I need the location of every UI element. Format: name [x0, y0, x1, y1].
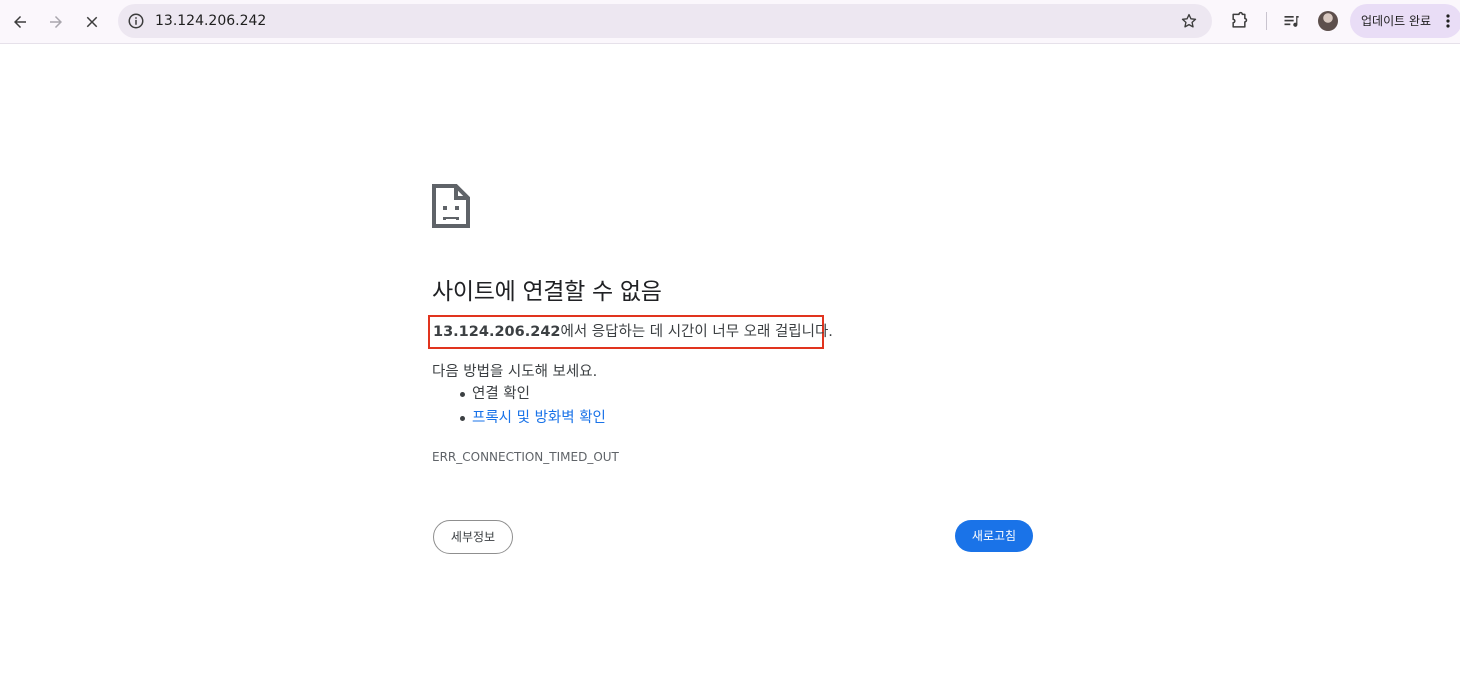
address-bar[interactable]: 13.124.206.242 [118, 4, 1212, 38]
extensions-button[interactable] [1228, 10, 1250, 32]
stop-icon [86, 16, 98, 28]
suggestion-intro: 다음 방법을 시도해 보세요. [432, 364, 598, 380]
toolbar-separator [1266, 12, 1267, 30]
error-heading: 사이트에 연결할 수 없음 [432, 279, 662, 305]
error-code: ERR_CONNECTION_TIMED_OUT [432, 450, 619, 464]
details-button[interactable]: 세부정보 [433, 520, 513, 554]
reload-button[interactable]: 새로고침 [955, 520, 1033, 552]
error-summary: 13.124.206.242에서 응답하는 데 시간이 너무 오래 걸립니다. [428, 315, 833, 349]
star-icon[interactable] [1180, 12, 1198, 30]
back-arrow-icon [14, 16, 26, 28]
sad-page-icon [432, 184, 470, 228]
back-button[interactable] [5, 7, 35, 37]
update-complete-button[interactable]: 업데이트 완료 [1350, 4, 1460, 38]
forward-button[interactable] [41, 7, 71, 37]
reading-list-button[interactable] [1281, 10, 1303, 32]
suggestion-check-connection: 연결 확인 [460, 384, 606, 408]
update-chip-label: 업데이트 완료 [1361, 14, 1432, 28]
error-host: 13.124.206.242 [433, 324, 561, 340]
suggestion-check-proxy-firewall-link[interactable]: 프록시 및 방화벽 확인 [460, 408, 606, 432]
browser-toolbar: 13.124.206.242 업데이트 완료 [0, 0, 1460, 44]
info-icon[interactable] [127, 12, 145, 30]
error-summary-text: 에서 응답하는 데 시간이 너무 오래 걸립니다. [560, 324, 833, 340]
forward-arrow-icon [50, 16, 62, 28]
stop-button[interactable] [77, 7, 107, 37]
more-vert-icon [1446, 14, 1450, 28]
url-text[interactable]: 13.124.206.242 [155, 4, 266, 38]
reading-list-icon [1284, 16, 1299, 27]
suggestion-list: 연결 확인 프록시 및 방화벽 확인 [460, 384, 606, 432]
extensions-icon [1232, 11, 1248, 28]
profile-avatar[interactable] [1318, 11, 1338, 31]
